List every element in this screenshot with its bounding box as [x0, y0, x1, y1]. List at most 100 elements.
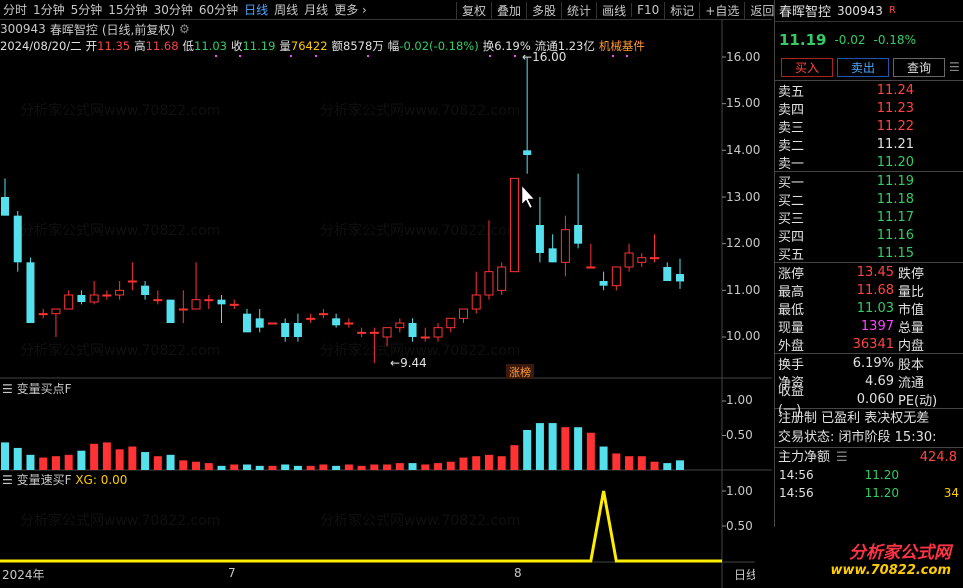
- low-annotation: ←9.44: [390, 356, 427, 370]
- ind1-bar: [625, 456, 634, 470]
- candle-body: [242, 313, 251, 333]
- level-label: 卖三: [778, 120, 805, 136]
- kline-chart[interactable]: [0, 0, 772, 588]
- sell-level[interactable]: 卖四 11.23: [775, 99, 963, 118]
- ind1-bar: [141, 452, 150, 470]
- stat-label-right: 跌停: [898, 266, 925, 282]
- query-button[interactable]: 查询: [893, 58, 945, 77]
- sell-level[interactable]: 卖五 11.24: [775, 81, 963, 100]
- candle-body: [102, 294, 112, 297]
- candle-body: [676, 274, 684, 282]
- buy-level[interactable]: 买五 11.15: [775, 244, 963, 263]
- signal-dot: [239, 55, 241, 57]
- ind1-bar: [217, 465, 226, 470]
- stat-row: 现量 1397 总量: [775, 317, 963, 336]
- candle-body: [408, 323, 417, 337]
- buy-level[interactable]: 买四 11.16: [775, 226, 963, 245]
- candle-body: [548, 248, 557, 263]
- candle-body: [611, 266, 621, 287]
- signal-dot: [514, 55, 516, 57]
- collapse-icon[interactable]: ☰: [2, 382, 13, 396]
- flow-volume: 34: [943, 486, 959, 500]
- stat-value: 11.68: [856, 282, 894, 298]
- candle-body: [574, 225, 583, 244]
- candle-body: [458, 308, 468, 319]
- quote-panel: 春晖智控 300943 R 11.19 -0.02 -0.18% 买入 卖出 查…: [774, 0, 963, 588]
- stat-value: 0.060: [856, 391, 894, 407]
- limit-up-tag[interactable]: 涨榜: [506, 364, 534, 379]
- candle-body: [293, 323, 302, 337]
- buy-level[interactable]: 买二 11.18: [775, 190, 963, 209]
- stat-value: 6.19%: [852, 355, 894, 371]
- ind1-bar: [421, 464, 430, 470]
- candle-body: [560, 229, 570, 263]
- buy-level[interactable]: 买一 11.19: [775, 172, 963, 191]
- ind1-bar: [637, 456, 646, 470]
- quote-pct: -0.18%: [873, 33, 916, 47]
- ind1-bar: [255, 465, 264, 470]
- sell-button[interactable]: 卖出: [837, 58, 889, 77]
- level-label: 买四: [778, 229, 805, 245]
- level-label: 卖一: [778, 156, 805, 172]
- ind1-bar: [548, 423, 557, 470]
- candle-body: [484, 271, 494, 296]
- ind1-bar: [179, 460, 188, 470]
- y-tick: 12.00: [726, 236, 761, 250]
- level-label: 买五: [778, 247, 805, 263]
- quote-price: 11.19: [779, 31, 827, 49]
- menu-icon[interactable]: ☰: [949, 58, 960, 80]
- candle-body: [523, 150, 532, 155]
- level-label: 买三: [778, 211, 805, 227]
- collapse-icon[interactable]: ☰: [2, 473, 13, 487]
- ind1-bar: [523, 429, 532, 470]
- trade-status: 交易状态: 闭市阶段 15:30:: [778, 430, 937, 445]
- ind1-bar: [293, 465, 302, 470]
- candle-body: [64, 294, 74, 310]
- buy-button[interactable]: 买入: [781, 58, 833, 77]
- candle-body: [624, 252, 634, 268]
- sell-level[interactable]: 卖二 11.21: [775, 135, 963, 154]
- ind1-tick: 1.00: [726, 393, 753, 407]
- logo-text: 分析家公式网: [849, 542, 951, 563]
- ind1-label: ☰ 变量买点F: [2, 382, 72, 396]
- ind1-bar: [574, 427, 583, 470]
- level-price: 11.15: [876, 245, 914, 261]
- level-price: 11.23: [876, 100, 914, 116]
- stat-value: 13.45: [856, 264, 894, 280]
- buy-level[interactable]: 买三 11.17: [775, 208, 963, 227]
- list-icon[interactable]: ☰: [836, 448, 848, 466]
- candle-body: [306, 317, 316, 320]
- candle-body: [535, 225, 544, 253]
- ind1-bar: [676, 460, 684, 470]
- sell-level[interactable]: 卖一 11.20: [775, 153, 963, 172]
- buy-orders: 买一 11.19 买二 11.18 买三 11.17 买四 11.16 买五 11.15: [775, 171, 963, 263]
- level-price: 11.17: [876, 209, 914, 225]
- high-annotation: ←16.00: [522, 50, 567, 64]
- flow-price: 11.20: [864, 486, 899, 500]
- quote-code: 300943: [837, 3, 883, 18]
- quote-tag: R: [888, 5, 896, 16]
- level-price: 11.24: [876, 82, 914, 98]
- stat-row: 涨停 13.45 跌停: [775, 263, 963, 282]
- candle-body: [141, 285, 150, 295]
- ind2-line: [0, 490, 722, 563]
- ind1-bar: [332, 465, 341, 470]
- ind1-bar: [446, 461, 455, 470]
- candle-body: [382, 327, 392, 338]
- stat-label: 外盘: [778, 338, 805, 354]
- sell-level[interactable]: 卖三 11.22: [775, 117, 963, 136]
- ind1-bar: [242, 464, 251, 470]
- stat-value: 36341: [852, 336, 894, 352]
- candle-body: [178, 308, 188, 311]
- ind1-bar: [612, 453, 621, 470]
- ind1-bar: [650, 461, 659, 470]
- main-flow: 主力净额 ☰ 424.8: [775, 447, 963, 466]
- level-price: 11.19: [876, 173, 914, 189]
- y-tick: 13.00: [726, 190, 761, 204]
- stat-value: 11.03: [856, 300, 894, 316]
- ind1-bar: [459, 457, 468, 470]
- ind1-bar: [51, 456, 60, 470]
- ind1-bar: [357, 465, 366, 470]
- x-label: 2024年: [2, 568, 45, 582]
- candle-body: [217, 299, 226, 305]
